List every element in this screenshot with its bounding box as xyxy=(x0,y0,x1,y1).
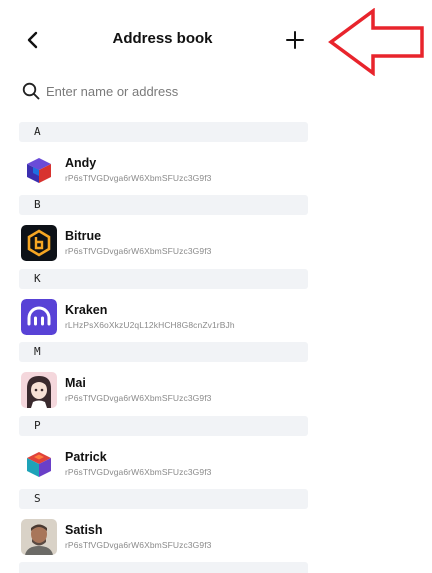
search-bar[interactable] xyxy=(22,80,312,102)
search-icon xyxy=(22,82,40,100)
section-header-a: A xyxy=(19,122,308,142)
search-input[interactable] xyxy=(46,80,286,102)
contact-item-mai[interactable]: Mai rP6sTfVGDvga6rW6XbmSFUzc3G9f3 xyxy=(19,364,319,412)
section-letter: K xyxy=(34,272,41,285)
contact-name: Satish xyxy=(65,523,103,537)
kraken-logo xyxy=(21,299,57,335)
contact-name: Kraken xyxy=(65,303,108,317)
section-header-b: B xyxy=(19,195,308,215)
section-header-k: K xyxy=(19,269,308,289)
contact-name: Patrick xyxy=(65,450,107,464)
contact-item-bitrue[interactable]: Bitrue rP6sTfVGDvga6rW6XbmSFUzc3G9f3 xyxy=(19,217,319,265)
contact-address: rP6sTfVGDvga6rW6XbmSFUzc3G9f3 xyxy=(65,540,212,550)
plus-icon xyxy=(286,31,304,49)
section-letter: S xyxy=(34,492,41,505)
contact-item-patrick[interactable]: Patrick rP6sTfVGDvga6rW6XbmSFUzc3G9f3 xyxy=(19,438,319,486)
contact-name: Andy xyxy=(65,156,97,170)
section-header-m: M xyxy=(19,342,308,362)
person-photo-avatar xyxy=(21,519,57,555)
bitrue-logo xyxy=(21,225,57,261)
contact-name: Bitrue xyxy=(65,229,102,243)
red-arrow-annotation-icon xyxy=(328,8,424,76)
section-letter: P xyxy=(34,419,41,432)
back-button[interactable] xyxy=(22,28,44,52)
cube-avatar xyxy=(21,446,57,482)
header: Address book xyxy=(0,0,432,80)
contact-address: rP6sTfVGDvga6rW6XbmSFUzc3G9f3 xyxy=(65,173,212,183)
section-header-p: P xyxy=(19,416,308,436)
contact-address: rLHzPsX6oXkzU2qL12kHCH8G8cnZv1rBJh xyxy=(65,320,235,330)
section-header-s: S xyxy=(19,489,308,509)
page-title: Address book xyxy=(112,30,213,47)
contact-address: rP6sTfVGDvga6rW6XbmSFUzc3G9f3 xyxy=(65,467,212,477)
section-letter: M xyxy=(34,345,41,358)
add-contact-button[interactable] xyxy=(283,28,307,52)
chevron-left-icon xyxy=(27,31,38,49)
cube-avatar xyxy=(21,152,57,188)
contact-address: rP6sTfVGDvga6rW6XbmSFUzc3G9f3 xyxy=(65,393,212,403)
contact-item-kraken[interactable]: Kraken rLHzPsX6oXkzU2qL12kHCH8G8cnZv1rBJ… xyxy=(19,291,319,339)
contact-item-andy[interactable]: Andy rP6sTfVGDvga6rW6XbmSFUzc3G9f3 xyxy=(19,144,319,192)
contact-name: Mai xyxy=(65,376,86,390)
section-header-partial xyxy=(19,562,308,573)
anime-girl-avatar xyxy=(21,372,57,408)
section-letter: A xyxy=(34,125,41,138)
section-letter: B xyxy=(34,198,41,211)
contact-item-satish[interactable]: Satish rP6sTfVGDvga6rW6XbmSFUzc3G9f3 xyxy=(19,511,319,559)
contact-address: rP6sTfVGDvga6rW6XbmSFUzc3G9f3 xyxy=(65,246,212,256)
